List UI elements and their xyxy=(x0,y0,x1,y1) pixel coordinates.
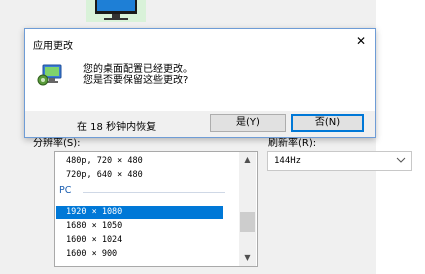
dialog-message: 您的桌面配置已经更改。 您是否要保留这些更改? xyxy=(83,64,193,86)
list-scrollbar[interactable]: ▲ ▼ xyxy=(239,152,256,266)
close-icon[interactable]: ✕ xyxy=(353,33,369,49)
list-item[interactable]: 1600 × 1024 xyxy=(56,234,223,247)
dialog-title: 应用更改 xyxy=(33,41,73,52)
resolution-list[interactable]: 480p, 720 × 480 720p, 640 × 480 PC 1920 … xyxy=(54,151,258,267)
dialog-message-line2: 您是否要保留这些更改? xyxy=(83,75,189,86)
chevron-down-icon xyxy=(396,157,406,163)
revert-countdown: 在 18 秒钟内恢复 xyxy=(77,122,157,133)
list-item[interactable]: 480p, 720 × 480 xyxy=(56,155,223,168)
scroll-thumb[interactable] xyxy=(240,212,255,232)
refresh-rate-value: 144Hz xyxy=(274,156,302,166)
dialog-footer: 在 18 秒钟内恢复 是(Y) 否(N) xyxy=(25,111,375,137)
scroll-down-icon[interactable]: ▼ xyxy=(239,252,256,264)
group-divider xyxy=(83,192,225,193)
right-panel-background xyxy=(376,0,425,274)
apply-changes-dialog: 应用更改 ✕ 您的桌面配置已经更改。 您是否要保留这些更改? 在 18 秒钟内恢… xyxy=(24,28,376,138)
group-label-pc: PC xyxy=(59,185,72,196)
list-item-selected[interactable]: 1920 × 1080 xyxy=(56,206,223,219)
dialog-message-line1: 您的桌面配置已经更改。 xyxy=(83,64,193,75)
keep-changes-button[interactable]: 是(Y) xyxy=(210,114,286,132)
monitor-icon xyxy=(86,0,146,22)
list-item[interactable]: 1600 × 900 xyxy=(56,248,223,261)
list-item[interactable]: 720p, 640 × 480 xyxy=(56,169,223,182)
scroll-up-icon[interactable]: ▲ xyxy=(239,154,256,166)
revert-button[interactable]: 否(N) xyxy=(291,114,364,132)
display-settings-icon xyxy=(37,64,62,86)
list-item[interactable]: 1680 × 1050 xyxy=(56,220,223,233)
refresh-rate-select[interactable]: 144Hz xyxy=(267,151,412,171)
